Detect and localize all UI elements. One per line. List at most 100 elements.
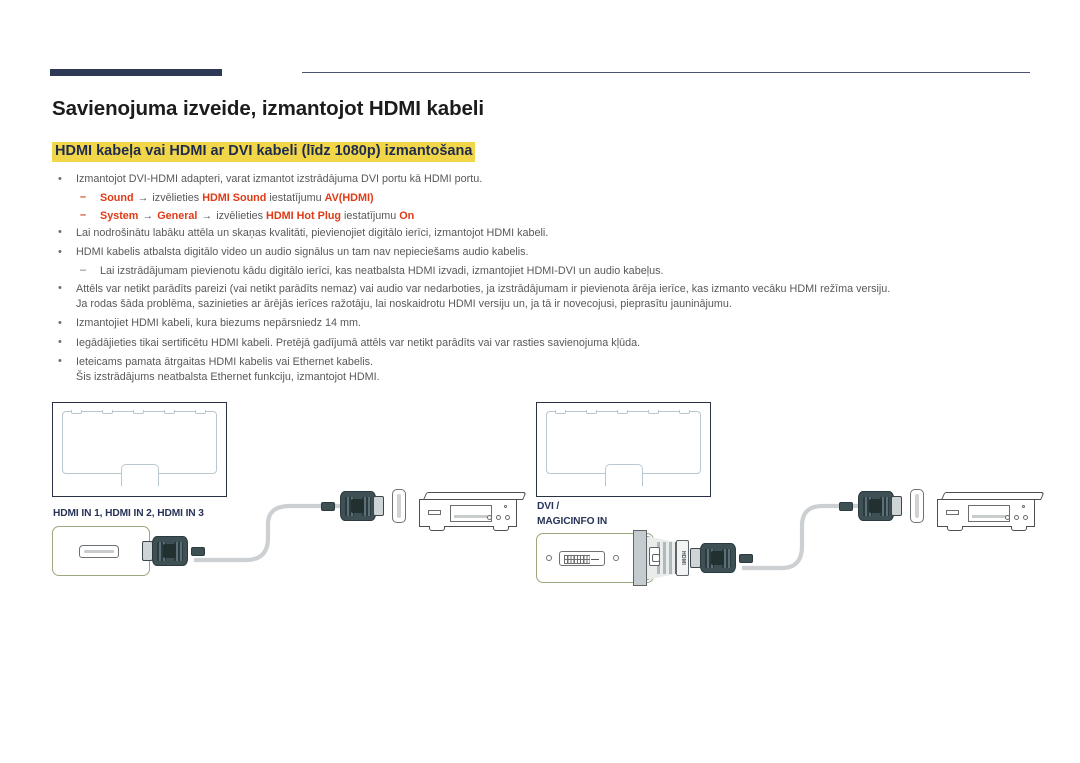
bullet-text: HDMI kabelis atbalsta digitālo video un …	[76, 246, 529, 259]
plug-tail	[321, 502, 335, 511]
display-stand-notch	[120, 464, 159, 486]
bullet-marker: –	[80, 191, 87, 204]
dvi-pins	[564, 555, 590, 564]
device-slot	[946, 510, 959, 515]
bullet-item: • Izmantojot DVI-HDMI adapteri, varat izm…	[52, 172, 1042, 187]
bullet-text-segment: izvēlieties	[152, 192, 203, 205]
header-rule	[50, 68, 1030, 78]
device-buttons	[1005, 515, 1028, 520]
document-page: Savienojuma izveide, izmantojot HDMI kab…	[0, 0, 1080, 763]
dvi-port-icon	[559, 551, 605, 566]
plug-core	[351, 499, 364, 513]
device-foot-left	[429, 526, 445, 531]
bullet-continuation-text: Šis izstrādājums neatbalsta Ethernet fun…	[76, 371, 380, 384]
device-foot-right	[1011, 526, 1027, 531]
adapter-window	[649, 547, 660, 566]
hdmi-socket-icon	[910, 489, 924, 523]
device-foot-right	[493, 526, 509, 531]
bullet-text-segment: →	[134, 192, 152, 205]
bullet-text: Attēls var netikt parādīts pareizi (vai …	[76, 282, 891, 295]
bullet-text: Izmantojot DVI-HDMI adapteri, varat izma…	[76, 173, 483, 185]
dvi-screw-right	[613, 555, 619, 561]
device-tray	[450, 505, 492, 522]
bullet-item: • Izmantojiet HDMI kabeli, kura biezums n…	[52, 316, 1042, 331]
port-label-hdmi-in: HDMI IN 1, HDMI IN 2, HDMI IN 3	[53, 508, 204, 519]
hdmi-plug-source-end	[839, 491, 902, 521]
menu-path-term: HDMI Hot Plug	[266, 209, 342, 222]
bullet-marker: •	[58, 336, 62, 349]
bullet-text: Lai nodrošinātu labāku attēla un skaņas …	[76, 226, 549, 239]
display-illustration-left	[52, 402, 227, 497]
page-title: Savienojuma izveide, izmantojot HDMI kab…	[52, 97, 484, 120]
device-front	[937, 499, 1035, 527]
bullet-marker: •	[58, 245, 62, 258]
port-label-dvi-in-line1: DVI /	[537, 501, 560, 512]
bullet-text: Ieteicams pamata ātrgaitas HDMI kabelis …	[76, 355, 374, 368]
bullet-marker: •	[58, 316, 62, 329]
menu-path-term: On	[399, 209, 415, 222]
menu-path-term: AV(HDMI)	[324, 192, 374, 205]
source-device-right	[937, 492, 1045, 536]
dvi-screw-left	[546, 555, 552, 561]
bullet-item: • Iegādājieties tikai sertificētu HDMI ka…	[52, 336, 1042, 351]
bullet-text: Iegādājieties tikai sertificētu HDMI kab…	[76, 336, 641, 349]
bullet-text: Izmantojiet HDMI kabeli, kura biezums ne…	[76, 317, 362, 330]
bullet-item: • Ieteicams pamata ātrgaitas HDMI kabelis…	[52, 355, 1042, 386]
bullet-text-segment: →	[198, 209, 216, 222]
bullet-item: • Attēls var netikt parādīts pareizi (vai…	[52, 282, 1042, 313]
bullet-item: • HDMI kabelis atbalsta digitālo video un…	[52, 245, 1042, 260]
display-top-tabs	[62, 410, 217, 414]
diagram-hdmi-connection: HDMI IN 1, HDMI IN 2, HDMI IN 3	[52, 402, 527, 602]
bullet-sub-item: – System → General → izvēlieties HDMI Hot…	[52, 209, 1042, 224]
adapter-hdmi-plate: HDMI	[676, 540, 689, 576]
header-rule-thin	[302, 72, 1030, 73]
device-slot	[428, 510, 441, 515]
hdmi-plug-source-end	[321, 491, 384, 521]
display-illustration-right	[536, 402, 711, 497]
adapter-dvi-plate	[633, 530, 647, 586]
source-device-left	[419, 492, 527, 536]
bullet-list: • Izmantojot DVI-HDMI adapteri, varat izm…	[52, 172, 1042, 390]
hdmi-socket-icon	[392, 489, 406, 523]
adapter-hdmi-label: HDMI	[679, 550, 686, 566]
display-stand-notch	[604, 464, 643, 486]
hdmi-plug-adapter-end	[690, 543, 753, 573]
display-top-tabs	[546, 410, 701, 414]
bullet-marker: –	[80, 208, 87, 221]
bullet-continuation-text: Ja rodas šāda problēma, sazinieties ar ā…	[76, 298, 732, 311]
menu-path-term: HDMI Sound	[202, 192, 267, 205]
dvi-blade	[591, 558, 599, 561]
menu-path-term: System	[100, 209, 139, 222]
device-led	[504, 505, 507, 508]
bullet-text: Lai izstrādājumam pievienotu kādu digitā…	[100, 265, 664, 278]
plug-core	[163, 544, 176, 558]
bullet-marker: •	[58, 355, 62, 368]
hdmi-plug-display-end	[142, 536, 205, 566]
device-buttons	[487, 515, 510, 520]
port-box-hdmi	[52, 526, 150, 576]
bullet-item: • Lai nodrošinātu labāku attēla un skaņas…	[52, 226, 1042, 241]
plug-core	[711, 551, 724, 565]
device-tray	[968, 505, 1010, 522]
header-rule-thick	[50, 69, 222, 76]
bullet-marker: •	[58, 282, 62, 295]
dvi-to-hdmi-adapter: HDMI	[633, 530, 689, 586]
device-foot-left	[947, 526, 963, 531]
section-subtitle: HDMI kabeļa vai HDMI ar DVI kabeli (līdz…	[52, 142, 476, 162]
menu-path-term: Sound	[100, 192, 134, 205]
bullet-marker: •	[58, 172, 62, 185]
plug-core	[869, 499, 882, 513]
plug-tip	[891, 496, 902, 516]
device-front	[419, 499, 517, 527]
bullet-text-segment: izvēlieties	[216, 209, 267, 222]
bullet-text-segment: iestatījumu	[341, 209, 400, 222]
bullet-sub-item: – Sound → izvēlieties HDMI Sound iestatīj…	[52, 191, 1042, 206]
menu-path-term: General	[157, 209, 198, 222]
bullet-sub-item: – Lai izstrādājumam pievienotu kādu digit…	[52, 264, 1042, 279]
port-label-dvi-in-line2: MAGICINFO IN	[537, 516, 608, 527]
hdmi-port-icon	[79, 545, 119, 558]
bullet-marker: –	[80, 264, 87, 277]
plug-tail	[839, 502, 853, 511]
device-led	[1022, 505, 1025, 508]
bullet-marker: •	[58, 226, 62, 239]
